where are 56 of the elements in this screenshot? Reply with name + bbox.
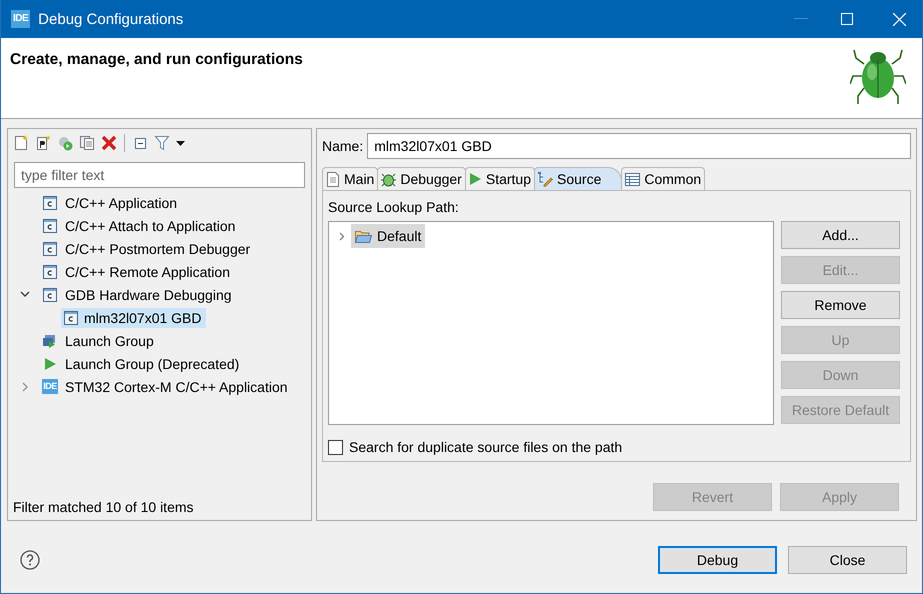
bug-icon xyxy=(381,172,396,186)
dropdown-caret-icon[interactable] xyxy=(176,140,185,146)
c-file-icon xyxy=(63,310,79,326)
checkbox-label: Search for duplicate source files on the path xyxy=(349,439,622,455)
new-document-icon[interactable] xyxy=(13,135,29,151)
tree-item[interactable]: GDB Hardware Debugging xyxy=(63,284,234,304)
maximize-icon[interactable] xyxy=(841,13,853,25)
side-button[interactable]: Add... xyxy=(781,221,900,249)
copy-icon[interactable] xyxy=(79,135,95,151)
help-icon[interactable] xyxy=(20,550,40,570)
window-title: Debug Configurations xyxy=(38,10,184,28)
tree-item[interactable]: C/C++ Postmortem Debugger xyxy=(63,238,252,258)
play-icon xyxy=(468,172,482,186)
folder-icon xyxy=(355,229,372,243)
collapse-all-icon[interactable] xyxy=(132,135,148,151)
tab[interactable]: Source xyxy=(534,167,622,190)
prototype-icon[interactable] xyxy=(35,135,51,151)
c-file-icon xyxy=(42,218,58,234)
close-icon[interactable] xyxy=(893,12,906,26)
dialog-button[interactable]: Debug xyxy=(658,546,777,574)
checkbox[interactable] xyxy=(328,440,343,454)
tree-item[interactable]: C/C++ Application xyxy=(63,192,180,212)
source-entry[interactable]: Default xyxy=(351,224,426,248)
launch-group-icon xyxy=(42,332,58,348)
tree-item[interactable]: C/C++ Remote Application xyxy=(63,262,232,282)
tab[interactable]: Main xyxy=(322,167,378,190)
c-file-icon xyxy=(42,240,58,256)
tab[interactable]: Debugger xyxy=(377,167,466,190)
source-tree-icon xyxy=(538,172,553,186)
document-icon xyxy=(326,172,340,186)
header-title: Create, manage, and run configurations xyxy=(10,51,303,69)
expand-chevron-icon[interactable] xyxy=(337,232,346,240)
dialog-button[interactable]: Close xyxy=(788,546,907,574)
tree-item[interactable]: Launch Group (Deprecated) xyxy=(63,354,242,374)
c-file-icon xyxy=(42,194,58,210)
tree-item[interactable]: STM32 Cortex-M C/C++ Application xyxy=(63,376,290,396)
name-field[interactable]: mlm32l07x01 GBD xyxy=(367,133,911,159)
app-logo: IDE xyxy=(11,10,30,28)
c-file-icon xyxy=(42,286,58,302)
name-label: Name: xyxy=(322,138,364,154)
tab[interactable]: Common xyxy=(621,167,706,190)
collapse-chevron-icon[interactable] xyxy=(20,291,30,298)
filter-status: Filter matched 10 of 10 items xyxy=(13,499,195,515)
tree-item[interactable]: Launch Group xyxy=(63,330,156,350)
filter-icon[interactable] xyxy=(154,135,170,151)
tab[interactable]: Startup xyxy=(464,167,535,190)
tree-item[interactable]: mlm32l07x01 GBD xyxy=(61,308,206,328)
tree-item[interactable]: C/C++ Attach to Application xyxy=(63,216,238,236)
source-lookup-label: Source Lookup Path: xyxy=(328,199,460,215)
table-icon xyxy=(625,172,640,186)
app-logo: IDE xyxy=(42,379,58,394)
delete-icon[interactable] xyxy=(101,135,117,151)
play-icon xyxy=(42,356,58,372)
filter-field[interactable]: type filter text xyxy=(14,162,305,188)
c-file-icon xyxy=(42,264,58,280)
side-button[interactable]: Remove xyxy=(781,291,900,319)
